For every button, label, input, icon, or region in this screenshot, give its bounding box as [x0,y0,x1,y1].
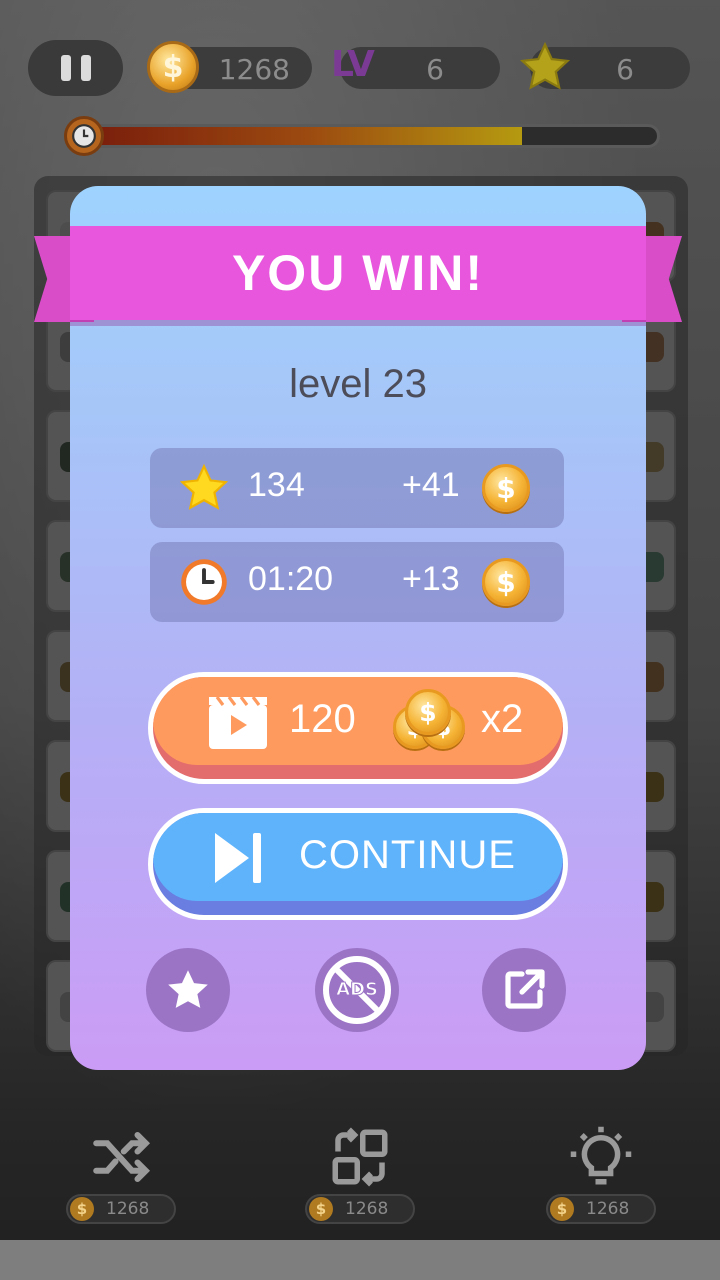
timer-fill [93,127,522,145]
coin-icon: $ [70,1197,94,1221]
shuffle-cost-value: 1268 [106,1199,150,1219]
timer-track [90,124,660,148]
coin-icon: $ [550,1197,574,1221]
coin-count: 1268 [218,53,290,86]
share-icon [505,969,545,1009]
star-count: 6 [616,53,634,86]
continue-label: CONTINUE [299,833,516,877]
multiplier-label: x2 [481,697,524,741]
swap-cost: $ 1268 [305,1194,415,1224]
top-hud: 1268 $ 6 LV 6 [0,40,720,96]
level-label: level 23 [289,362,427,406]
pause-icon [80,55,91,81]
coin-icon: $ [482,558,530,606]
level-number: 6 [426,53,444,86]
coin-icon: $ [309,1197,333,1221]
win-title: YOU WIN! [231,245,485,301]
title-ribbon: YOU WIN! [34,226,682,322]
hint-cost-value: 1268 [586,1199,630,1219]
ads-label: ADS [336,979,379,1001]
time-value: 01:20 [248,560,334,598]
score-reward-row: 134 +41 $ [150,448,564,528]
score-value: 134 [248,466,305,504]
hint-button[interactable]: $ 1268 [546,1124,656,1234]
star-icon [179,463,229,510]
coin-icon: $ [147,41,199,93]
remove-ads-button[interactable]: ADS [315,948,399,1032]
level-timer [64,116,664,156]
star-icon [519,41,571,90]
pause-icon [60,55,71,81]
clock-icon [64,116,104,156]
clock-icon [181,559,227,605]
continue-button[interactable]: CONTINUE [148,808,568,920]
shuffle-cost: $ 1268 [66,1194,176,1224]
swap-icon [327,1124,393,1190]
video-reward-amount: 120 [289,697,356,741]
rate-star-icon [168,970,208,1008]
powerup-toolbar: $ 1268 $ 1268 $ 1268 [0,1110,720,1240]
watch-video-double-button[interactable]: 120 $ $ $ x2 [148,672,568,784]
next-icon [215,833,261,883]
coin-icon: $ [405,689,451,735]
time-bonus: +13 [402,560,460,598]
swap-button[interactable]: $ 1268 [305,1124,415,1234]
bottom-strip [0,1240,720,1280]
pause-button[interactable] [28,40,123,96]
rate-button[interactable] [146,948,230,1032]
score-bonus: +41 [402,466,460,504]
level-badge: LV [331,44,375,85]
video-icon [209,696,267,749]
hint-bulb-icon [568,1124,634,1190]
no-ads-icon: ADS [320,953,394,1027]
share-button[interactable] [482,948,566,1032]
swap-cost-value: 1268 [345,1199,389,1219]
shuffle-icon [88,1124,154,1190]
shuffle-button[interactable]: $ 1268 [66,1124,176,1234]
time-reward-row: 01:20 +13 $ [150,542,564,622]
hint-cost: $ 1268 [546,1194,656,1224]
win-dialog: YOU WIN! level 23 134 +41 $ 01:20 +13 $ … [34,186,682,1070]
coin-icon: $ [482,464,530,512]
